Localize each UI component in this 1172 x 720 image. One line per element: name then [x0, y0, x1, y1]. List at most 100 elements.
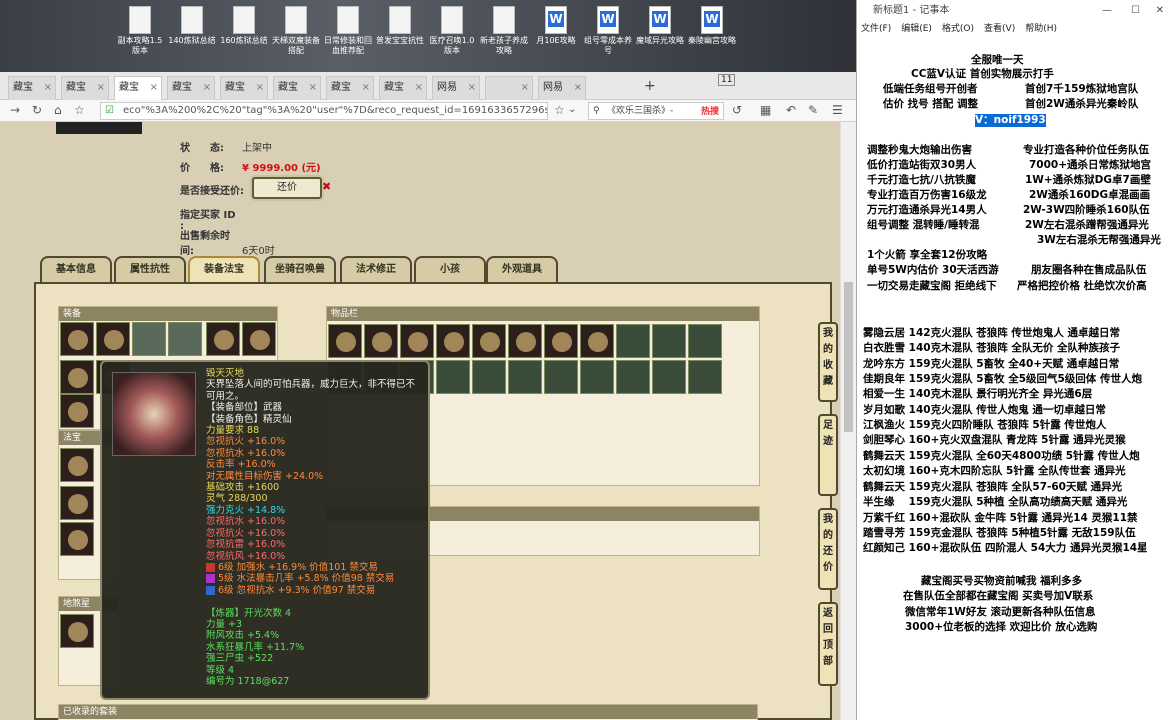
refresh-icon[interactable]: ↺	[732, 103, 742, 117]
close-icon[interactable]: ×	[468, 77, 476, 99]
equip-slot[interactable]	[60, 394, 94, 428]
bag-slot[interactable]	[616, 324, 650, 358]
desktop-icon[interactable]: 组号零成本养号	[584, 6, 632, 56]
close-icon[interactable]: ✖	[322, 180, 331, 193]
desktop-icon[interactable]: 秦陵幽宫攻略	[688, 6, 736, 46]
bag-slot[interactable]	[544, 360, 578, 394]
browser-tab[interactable]: 藏宝 ×	[61, 76, 109, 100]
desktop-icon[interactable]: 副本攻略1.5版本	[116, 6, 164, 56]
bag-slot[interactable]	[328, 324, 362, 358]
desktop-icon[interactable]: 天梯双魔装备搭配	[272, 6, 320, 56]
close-icon[interactable]: ×	[203, 77, 211, 99]
equip-slot[interactable]	[60, 322, 94, 356]
url-field[interactable]: ☑ eco"%3A%200%2C%20"tag"%3A%20"user"%7D&…	[100, 102, 548, 120]
home-icon[interactable]: ⌂	[54, 103, 62, 117]
close-icon[interactable]: ×	[574, 77, 582, 99]
tab-1[interactable]: 属性抗性	[114, 256, 186, 282]
puzzle-icon[interactable]: ▦	[760, 103, 771, 117]
bookmark-icon[interactable]: ☆	[554, 103, 565, 117]
desktop-icon[interactable]: 普发宝宝抗性	[376, 6, 424, 46]
fabao-slot[interactable]	[60, 522, 94, 556]
close-icon[interactable]: ×	[415, 77, 423, 99]
browser-tab[interactable]: 藏宝 ×	[326, 76, 374, 100]
desktop-icon[interactable]: 新老孩子养成攻略	[480, 6, 528, 56]
browser-tab[interactable]: 藏宝 ×	[379, 76, 427, 100]
tab-2[interactable]: 装备法宝	[188, 256, 260, 282]
notepad-text[interactable]: 全服唯一天 CC蓝V认证 首创实物展示打手 低端任务组号开创者 首创7千159炼狱地宫…	[857, 40, 1172, 720]
browser-tab[interactable]: 藏宝 ×	[167, 76, 215, 100]
close-icon[interactable]: ×	[521, 77, 529, 99]
desktop-icon[interactable]: 160炼狱总结	[220, 6, 268, 46]
browser-tab[interactable]: 网易 ×	[538, 76, 586, 100]
desktop-icon[interactable]: 医疗召唤1.0版本	[428, 6, 476, 56]
close-window-icon[interactable]: ✕	[1156, 0, 1164, 22]
bag-slot[interactable]	[508, 324, 542, 358]
browser-tab[interactable]: 藏宝 ×	[220, 76, 268, 100]
close-icon[interactable]: ×	[44, 77, 52, 99]
star-icon[interactable]: ☆	[74, 103, 85, 117]
notepad-menu-item[interactable]: 文件(F)	[861, 24, 891, 34]
page-scrollbar[interactable]	[840, 122, 856, 720]
equip-slot[interactable]	[168, 322, 202, 356]
back-icon[interactable]: →	[10, 103, 20, 117]
bag-slot[interactable]	[400, 324, 434, 358]
bag-slot[interactable]	[472, 324, 506, 358]
side-button-1[interactable]: 足迹	[818, 414, 838, 496]
bag-slot[interactable]	[688, 324, 722, 358]
bag-slot[interactable]	[652, 324, 686, 358]
tab-count[interactable]: 11	[718, 74, 736, 86]
notepad-menu-item[interactable]: 编辑(E)	[901, 24, 932, 34]
tab-0[interactable]: 基本信息	[40, 256, 112, 282]
fabao-slot[interactable]	[60, 486, 94, 520]
bag-slot[interactable]	[652, 360, 686, 394]
browser-tab[interactable]: 网易 ×	[432, 76, 480, 100]
notepad-menu-item[interactable]: 格式(O)	[942, 24, 974, 34]
bag-slot[interactable]	[364, 324, 398, 358]
close-icon[interactable]: ×	[256, 77, 264, 99]
browser-tab[interactable]: 藏宝 ×	[273, 76, 321, 100]
fabao-slot[interactable]	[60, 448, 94, 482]
bag-slot[interactable]	[580, 360, 614, 394]
browser-tab[interactable]: ×	[485, 76, 533, 100]
close-icon[interactable]: ×	[309, 77, 317, 99]
side-button-3[interactable]: 返回顶部	[818, 602, 838, 686]
undo-icon[interactable]: ↶	[786, 103, 796, 117]
tab-4[interactable]: 法术修正	[340, 256, 412, 282]
equip-slot[interactable]	[60, 360, 94, 394]
menu-icon[interactable]: ☰	[832, 103, 843, 117]
desktop-icon[interactable]: 日常修装和回血推荐配	[324, 6, 372, 56]
minimize-icon[interactable]: —	[1102, 0, 1112, 22]
browser-tab[interactable]: 藏宝 ×	[8, 76, 56, 100]
close-icon[interactable]: ×	[97, 77, 105, 99]
bag-slot[interactable]	[436, 360, 470, 394]
counter-offer-button[interactable]: 还价	[252, 177, 322, 199]
bag-slot[interactable]	[688, 360, 722, 394]
close-icon[interactable]: ×	[150, 77, 158, 99]
chevron-down-icon[interactable]: ⌄	[568, 103, 576, 117]
side-button-0[interactable]: 我的收藏	[818, 322, 838, 402]
notepad-menu-item[interactable]: 查看(V)	[984, 24, 1015, 34]
reload-icon[interactable]: ↻	[32, 103, 42, 117]
desktop-icon[interactable]: 140炼狱总结	[168, 6, 216, 46]
equip-slot[interactable]	[132, 322, 166, 356]
bag-slot[interactable]	[544, 324, 578, 358]
search-field[interactable]: ⚲ 《欢乐三国杀》- 热搜	[588, 102, 724, 120]
jingwu-slot[interactable]	[60, 614, 94, 648]
equip-slot[interactable]	[242, 322, 276, 356]
bag-slot[interactable]	[472, 360, 506, 394]
scrollbar-thumb[interactable]	[844, 282, 853, 432]
bag-slot[interactable]	[508, 360, 542, 394]
new-tab-icon[interactable]: +	[644, 78, 656, 94]
tools-icon[interactable]: ✎	[808, 103, 818, 117]
maximize-icon[interactable]: ☐	[1131, 0, 1140, 22]
bag-slot[interactable]	[580, 324, 614, 358]
notepad-menu-item[interactable]: 帮助(H)	[1025, 24, 1057, 34]
tab-3[interactable]: 坐骑召唤兽	[264, 256, 336, 282]
tab-6[interactable]: 外观道具	[486, 256, 558, 282]
desktop-icon[interactable]: 魔域异光攻略	[636, 6, 684, 46]
tab-5[interactable]: 小孩	[414, 256, 486, 282]
side-button-2[interactable]: 我的还价	[818, 508, 838, 590]
bag-slot[interactable]	[436, 324, 470, 358]
equip-slot[interactable]	[96, 322, 130, 356]
desktop-icon[interactable]: 月10E攻略	[532, 6, 580, 46]
